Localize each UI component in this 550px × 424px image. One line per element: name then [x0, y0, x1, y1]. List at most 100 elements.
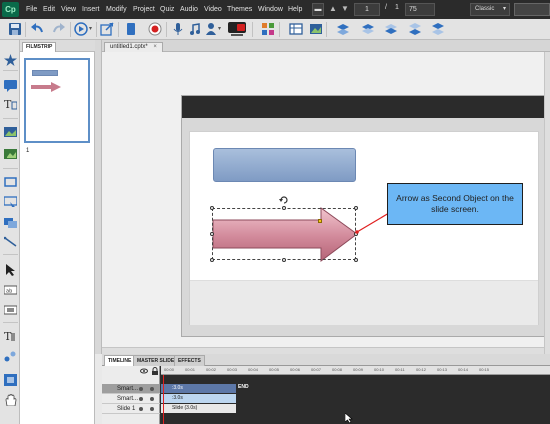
button-tool-icon[interactable]: [4, 216, 17, 228]
text-caption-callout[interactable]: Arrow as Second Object on the slide scre…: [387, 183, 523, 225]
resize-handle[interactable]: [210, 232, 214, 236]
menu-video[interactable]: Video: [204, 0, 222, 19]
caption-icon[interactable]: [4, 80, 17, 92]
star-icon[interactable]: [4, 54, 17, 66]
resize-handle[interactable]: [354, 258, 358, 262]
prev-slide-icon[interactable]: ▲: [329, 4, 337, 13]
text-animation-icon[interactable]: T: [4, 330, 17, 342]
media-icon[interactable]: [4, 148, 17, 160]
image-icon[interactable]: [309, 22, 323, 36]
resize-handle[interactable]: [354, 206, 358, 210]
hand-icon[interactable]: [4, 394, 17, 406]
menu-file[interactable]: File: [26, 0, 37, 19]
menu-insert[interactable]: Insert: [82, 0, 100, 19]
slide-thumbnail[interactable]: [24, 58, 90, 143]
playhead[interactable]: [163, 375, 164, 424]
tab-master-slide[interactable]: MASTER SLIDE: [133, 355, 179, 366]
filmstrip-tabbar: FILMSTRIP: [20, 40, 95, 52]
layers-icon[interactable]: [336, 22, 350, 36]
next-slide-icon[interactable]: ▼: [341, 4, 349, 13]
lock-dot[interactable]: [150, 387, 154, 391]
audio-note-icon[interactable]: [188, 22, 202, 36]
visibility-dot[interactable]: [139, 407, 143, 411]
click-box-icon[interactable]: [4, 196, 17, 208]
workspace-select[interactable]: Classic ▾: [470, 3, 510, 16]
rotate-handle-icon[interactable]: [279, 195, 289, 205]
thumb-blue-box: [32, 70, 58, 76]
timeline-slide-bar[interactable]: Slide (3.0s): [161, 404, 236, 413]
slide-separator: /: [385, 4, 387, 11]
stage-vertical-scrollbar[interactable]: [544, 52, 550, 354]
shape-adjust-handle[interactable]: [318, 219, 322, 223]
redo-icon[interactable]: [52, 22, 66, 36]
microphone-icon[interactable]: [171, 22, 185, 36]
lock-dot[interactable]: [150, 397, 154, 401]
filmstrip-tab[interactable]: FILMSTRIP: [22, 42, 57, 52]
record-icon[interactable]: [148, 22, 162, 36]
filmstrip-panel: FILMSTRIP 1: [20, 40, 95, 424]
pointer-icon[interactable]: [4, 264, 17, 276]
resize-handle[interactable]: [210, 206, 214, 210]
eye-icon[interactable]: [140, 367, 148, 375]
tab-timeline[interactable]: TIMELINE: [104, 355, 136, 366]
menu-audio[interactable]: Audio: [180, 0, 198, 19]
resize-handle[interactable]: [282, 258, 286, 262]
stage-horizontal-scrollbar[interactable]: [102, 347, 544, 354]
line-tool-icon[interactable]: [4, 236, 17, 248]
lock-icon[interactable]: [151, 367, 159, 375]
menu-edit[interactable]: Edit: [43, 0, 55, 19]
document-tabbar: untitled1.cptx* ×: [102, 40, 550, 52]
filmstrip-scrollbar[interactable]: [95, 40, 102, 354]
timeline-bar-selected[interactable]: :3.0s: [161, 384, 236, 393]
zoom-area-icon[interactable]: [4, 374, 17, 386]
smart-shape-rectangle[interactable]: [213, 148, 356, 182]
menu-project[interactable]: Project: [133, 0, 155, 19]
insert-slide-icon[interactable]: [124, 22, 138, 36]
document-tab[interactable]: untitled1.cptx* ×: [104, 42, 163, 52]
text-entry-icon[interactable]: ab: [4, 284, 17, 296]
bring-forward-icon[interactable]: [361, 22, 375, 36]
current-slide-input[interactable]: 1: [354, 3, 380, 16]
chevron-down-icon: ▾: [502, 6, 506, 12]
timeline-end-marker[interactable]: END: [238, 384, 249, 390]
zoom-input[interactable]: 75: [405, 3, 435, 16]
menu-view[interactable]: View: [61, 0, 76, 19]
timeline-bar[interactable]: :3.0s: [161, 394, 236, 403]
resize-handle[interactable]: [282, 206, 286, 210]
menu-modify[interactable]: Modify: [106, 0, 127, 19]
slide-header-bar: [182, 96, 547, 118]
save-icon[interactable]: [8, 22, 22, 36]
timeline-ruler[interactable]: 00:00 00:01 00:02 00:03 00:04 00:05 00:0…: [161, 366, 550, 375]
bring-to-front-icon[interactable]: [431, 22, 445, 36]
image-tool-icon[interactable]: [4, 126, 17, 138]
search-box[interactable]: [514, 3, 550, 16]
undo-icon[interactable]: [30, 22, 44, 36]
preview-play-icon[interactable]: [74, 22, 88, 36]
timeline-tabbar: TIMELINE MASTER SLIDE EFFECTS: [102, 354, 550, 366]
resize-handle[interactable]: [210, 258, 214, 262]
text-tool-icon[interactable]: T: [4, 98, 17, 110]
lock-dot[interactable]: [150, 407, 154, 411]
interactions-icon[interactable]: [261, 22, 275, 36]
slide-content-area: Arrow as Second Object on the slide scre…: [189, 131, 539, 325]
youtube-icon[interactable]: [227, 21, 247, 37]
rollover-icon[interactable]: [4, 350, 17, 362]
slide-nav-menu-button[interactable]: ▬: [312, 3, 324, 16]
send-backward-icon[interactable]: [384, 22, 398, 36]
visibility-dot[interactable]: [139, 387, 143, 391]
publish-icon[interactable]: [100, 22, 114, 36]
highlight-box-icon[interactable]: [4, 304, 17, 316]
preview-dropdown-icon[interactable]: ▾: [89, 25, 92, 32]
menu-help[interactable]: Help: [288, 0, 302, 19]
characters-icon[interactable]: [204, 22, 218, 36]
rectangle-tool-icon[interactable]: [4, 176, 17, 188]
visibility-dot[interactable]: [139, 397, 143, 401]
close-icon[interactable]: ×: [153, 44, 157, 50]
menu-quiz[interactable]: Quiz: [160, 0, 174, 19]
table-icon[interactable]: [289, 22, 303, 36]
send-to-back-icon[interactable]: [408, 22, 422, 36]
tab-effects[interactable]: EFFECTS: [174, 355, 205, 366]
characters-dropdown-icon[interactable]: ▾: [218, 25, 221, 32]
menu-themes[interactable]: Themes: [227, 0, 252, 19]
menu-window[interactable]: Window: [258, 0, 283, 19]
